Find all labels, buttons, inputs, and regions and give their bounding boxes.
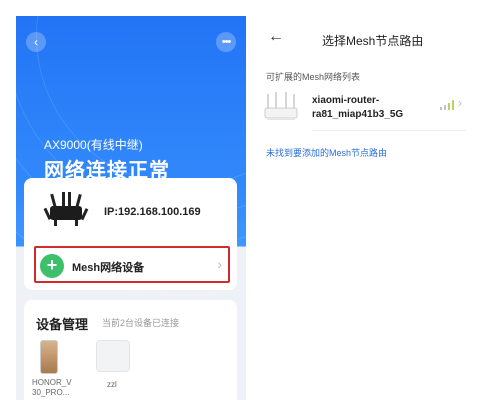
connected-devices-count: 当前2台设备已连接 — [102, 318, 180, 328]
device-management-title: 设备管理 — [36, 317, 89, 332]
device-management-card[interactable]: 设备管理 当前2台设备已连接 HONOR_V 30_PRO... zzl — [24, 300, 237, 400]
chevron-right-icon: › — [217, 256, 222, 272]
screenshot-canvas: ‹ ••• AX9000(有线中继) 网络连接正常 IP:192.168.100… — [0, 0, 500, 400]
mesh-list-section-label: 可扩展的Mesh网络列表 — [266, 72, 361, 82]
router-ip: IP:192.168.100.169 — [104, 206, 201, 218]
back-arrow-icon[interactable]: ← — [268, 28, 284, 46]
mesh-button-label: Mesh网络设备 — [72, 262, 145, 274]
mesh-network-devices-button[interactable]: + Mesh网络设备 › — [34, 246, 230, 283]
phone-icon[interactable] — [40, 340, 58, 374]
page-title: 选择Mesh节点路由 — [322, 34, 424, 48]
device-box-icon[interactable] — [96, 340, 130, 372]
node-not-found-link[interactable]: 未找到要添加的Mesh节点路由 — [266, 146, 387, 159]
more-icon[interactable]: ••• — [216, 32, 236, 52]
router-icon — [43, 192, 89, 226]
router-info-card: IP:192.168.100.169 + Mesh网络设备 › — [24, 178, 237, 290]
router-icon — [264, 92, 298, 120]
router-model: AX9000(有线中继) — [44, 138, 143, 152]
divider — [312, 130, 466, 131]
signal-icon — [440, 100, 454, 110]
chevron-right-icon[interactable]: › — [458, 96, 462, 110]
plus-icon: + — [40, 254, 64, 278]
back-icon[interactable]: ‹ — [26, 32, 46, 52]
mesh-node-selection-screen: ← 选择Mesh节点路由 可扩展的Mesh网络列表 xiaomi-router-… — [250, 16, 500, 400]
device-name: HONOR_V 30_PRO... — [32, 378, 72, 397]
device-name: zzl — [107, 380, 117, 389]
mesh-node-name[interactable]: xiaomi-router-ra81_miap41b3_5G — [312, 94, 442, 122]
router-status-screen: ‹ ••• AX9000(有线中继) 网络连接正常 IP:192.168.100… — [16, 16, 246, 400]
